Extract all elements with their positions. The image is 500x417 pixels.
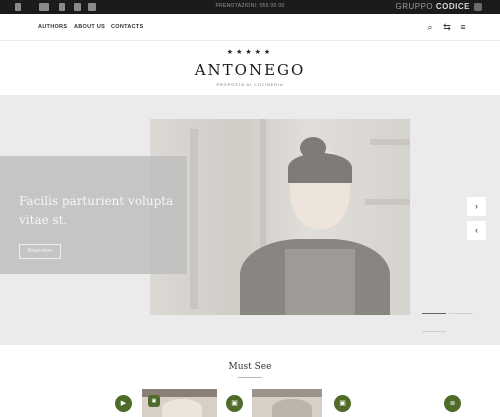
tripadvisor-icon[interactable] bbox=[39, 3, 49, 11]
prev-slide-button[interactable]: ‹ bbox=[467, 221, 486, 240]
hero-image bbox=[150, 119, 410, 315]
slide-dot[interactable] bbox=[422, 313, 446, 315]
card-image-top bbox=[252, 389, 322, 397]
card-image-plate bbox=[272, 399, 312, 417]
logo-header: ★★★★★ ANTONEGO PROPOSTA DI COCINERIA bbox=[0, 41, 500, 95]
share-icon[interactable]: ⇆ bbox=[442, 22, 452, 32]
nav-link-about-us[interactable]: ABOUT US bbox=[74, 24, 105, 30]
must-see-section: Must See ▶ ▣ ▣ ▣ ≣ bbox=[0, 345, 500, 417]
slide-dot[interactable] bbox=[449, 313, 473, 315]
location-icon[interactable] bbox=[59, 3, 65, 11]
main-navigation: AUTHORS ABOUT US CONTACTS ⌕ ⇆ ≡ bbox=[0, 14, 500, 41]
slide-caption: Facilis parturient volupta vitae st. Rea… bbox=[0, 156, 187, 274]
card-image-plate bbox=[162, 399, 202, 417]
facebook-icon[interactable] bbox=[15, 3, 21, 11]
top-bar: PRENOTAZIONI: 055 00 00 GRUPPO CODICE bbox=[0, 0, 500, 14]
section-divider bbox=[238, 377, 262, 378]
read-more-button[interactable]: Read more bbox=[19, 244, 61, 259]
phone-number[interactable]: PRENOTAZIONI: 055 00 00 bbox=[210, 3, 290, 9]
image-icon[interactable]: ▣ bbox=[334, 395, 351, 412]
gift-icon[interactable] bbox=[88, 3, 96, 11]
site-logo[interactable]: ANTONEGO bbox=[0, 61, 500, 79]
document-icon[interactable]: ≣ bbox=[444, 395, 461, 412]
nav-link-authors[interactable]: AUTHORS bbox=[38, 24, 67, 30]
section-title: Must See bbox=[228, 362, 272, 372]
hero-slider: Facilis parturient volupta vitae st. Rea… bbox=[0, 95, 500, 345]
brand-logo-icon[interactable] bbox=[474, 3, 482, 11]
instagram-icon[interactable] bbox=[74, 3, 81, 11]
image-overlay bbox=[150, 119, 410, 315]
site-tagline: PROPOSTA DI COCINERIA bbox=[216, 82, 284, 87]
image-icon[interactable]: ▣ bbox=[226, 395, 243, 412]
slide-indicators bbox=[422, 305, 500, 333]
next-slide-button[interactable]: › bbox=[467, 197, 486, 216]
rating-stars: ★★★★★ bbox=[226, 49, 274, 56]
brand-name: CODICE bbox=[435, 2, 470, 11]
group-brand[interactable]: GRUPPO CODICE bbox=[395, 2, 470, 11]
menu-icon[interactable]: ≡ bbox=[458, 22, 468, 32]
slide-dot[interactable] bbox=[422, 331, 446, 333]
search-icon[interactable]: ⌕ bbox=[425, 22, 435, 32]
nav-link-contacts[interactable]: CONTACTS bbox=[111, 24, 144, 30]
must-see-card[interactable] bbox=[252, 389, 322, 417]
brand-prefix: GRUPPO bbox=[395, 2, 434, 11]
slide-title: Facilis parturient volupta vitae st. bbox=[19, 194, 174, 227]
image-icon[interactable]: ▣ bbox=[148, 395, 160, 407]
play-icon[interactable]: ▶ bbox=[115, 395, 132, 412]
